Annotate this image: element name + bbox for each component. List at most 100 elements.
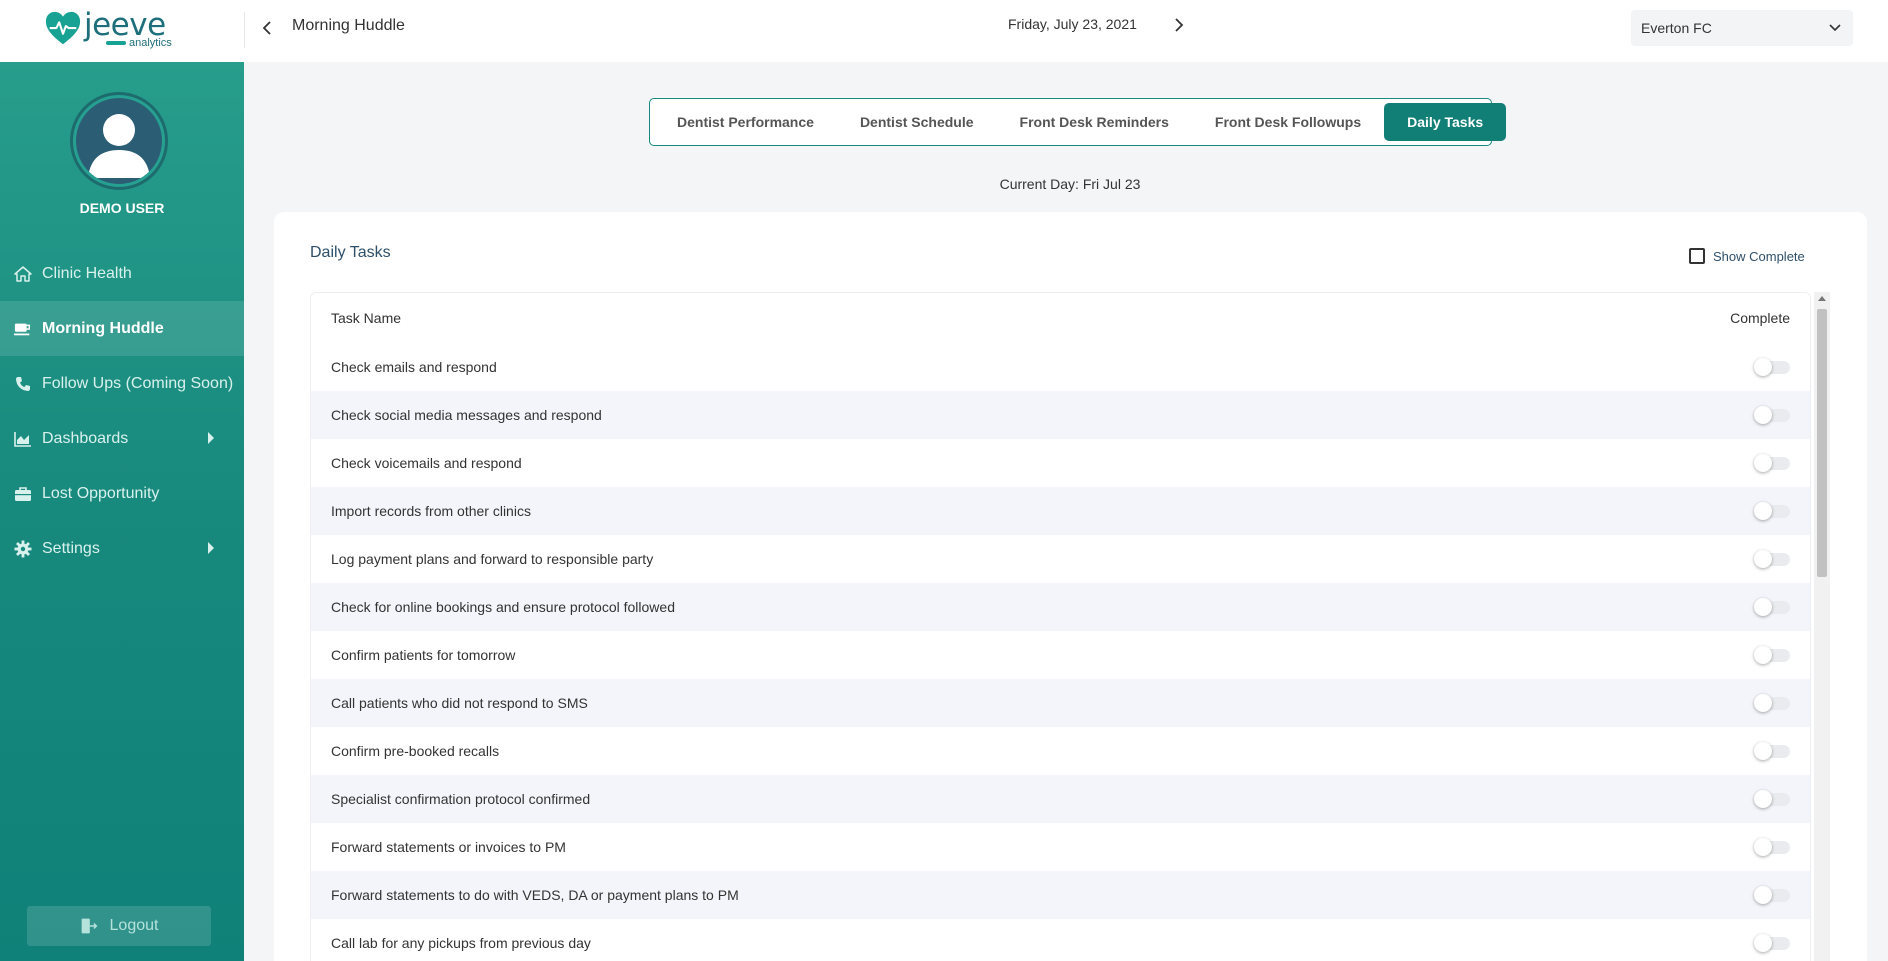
caret-right-icon bbox=[208, 542, 214, 554]
tab-dentist-performance[interactable]: Dentist Performance bbox=[654, 103, 837, 141]
table-row: Import records from other clinics bbox=[311, 487, 1810, 535]
task-name: Confirm patients for tomorrow bbox=[331, 647, 516, 663]
brand-logo[interactable]: jeeve analytics bbox=[44, 8, 184, 50]
tab-front-desk-followups[interactable]: Front Desk Followups bbox=[1192, 103, 1384, 141]
tab-dentist-schedule[interactable]: Dentist Schedule bbox=[837, 103, 997, 141]
complete-toggle[interactable] bbox=[1754, 933, 1790, 953]
card-title: Daily Tasks bbox=[310, 244, 391, 261]
logout-icon bbox=[80, 917, 98, 935]
caret-right-icon bbox=[208, 432, 214, 444]
table-header: Task Name Complete bbox=[311, 293, 1810, 343]
table-row: Specialist confirmation protocol confirm… bbox=[311, 775, 1810, 823]
task-name: Call patients who did not respond to SMS bbox=[331, 695, 588, 711]
complete-toggle[interactable] bbox=[1754, 885, 1790, 905]
gear-icon bbox=[14, 540, 32, 558]
sidebar-item-dashboards[interactable]: Dashboards bbox=[0, 411, 244, 466]
sidebar-item-label: Lost Opportunity bbox=[42, 484, 160, 502]
task-name: Check for online bookings and ensure pro… bbox=[331, 599, 675, 615]
huddle-tabs: Dentist Performance Dentist Schedule Fro… bbox=[649, 98, 1507, 146]
sidebar-item-lost-opportunity[interactable]: Lost Opportunity bbox=[0, 466, 244, 521]
complete-toggle[interactable] bbox=[1754, 357, 1790, 377]
table-body: Check emails and respond Check social me… bbox=[311, 343, 1810, 961]
task-name: Call lab for any pickups from previous d… bbox=[331, 935, 591, 951]
complete-toggle[interactable] bbox=[1754, 405, 1790, 425]
brand-word: jeeve bbox=[84, 6, 166, 43]
table-row: Check emails and respond bbox=[311, 343, 1810, 391]
show-complete-checkbox[interactable] bbox=[1689, 248, 1705, 264]
brand-sub: analytics bbox=[129, 36, 172, 49]
table-row: Forward statements or invoices to PM bbox=[311, 823, 1810, 871]
task-name: Check voicemails and respond bbox=[331, 455, 522, 471]
task-name: Forward statements or invoices to PM bbox=[331, 839, 566, 855]
sidebar-item-label: Follow Ups (Coming Soon) bbox=[42, 374, 234, 392]
sidebar-item-clinic-health[interactable]: Clinic Health bbox=[0, 246, 244, 301]
sidebar-nav: Clinic Health Morning Huddle Follow Ups … bbox=[0, 246, 244, 576]
show-complete-label: Show Complete bbox=[1713, 248, 1805, 264]
briefcase-icon bbox=[14, 485, 32, 503]
scroll-up-arrow-icon[interactable] bbox=[1818, 296, 1826, 301]
back-button[interactable] bbox=[256, 16, 278, 40]
chevron-left-icon bbox=[262, 21, 271, 35]
clinic-select-value: Everton FC bbox=[1641, 20, 1712, 36]
sidebar-item-settings[interactable]: Settings bbox=[0, 521, 244, 576]
complete-toggle[interactable] bbox=[1754, 741, 1790, 761]
table-row: Check social media messages and respond bbox=[311, 391, 1810, 439]
clinic-select[interactable]: Everton FC bbox=[1631, 10, 1853, 46]
current-date: Friday, July 23, 2021 bbox=[1008, 16, 1137, 32]
table-row: Call patients who did not respond to SMS bbox=[311, 679, 1810, 727]
table-row: Call lab for any pickups from previous d… bbox=[311, 919, 1810, 961]
sidebar-item-label: Dashboards bbox=[42, 429, 129, 447]
scrollbar-thumb[interactable] bbox=[1817, 309, 1827, 577]
task-name: Check emails and respond bbox=[331, 359, 497, 375]
table-row: Confirm patients for tomorrow bbox=[311, 631, 1810, 679]
column-header-complete: Complete bbox=[1730, 310, 1790, 326]
sidebar-item-label: Settings bbox=[42, 539, 100, 557]
table-row: Check voicemails and respond bbox=[311, 439, 1810, 487]
table-row: Confirm pre-booked recalls bbox=[311, 727, 1810, 775]
page-title: Morning Huddle bbox=[292, 17, 405, 34]
task-name: Check social media messages and respond bbox=[331, 407, 602, 423]
home-icon bbox=[14, 265, 32, 283]
table-row: Forward statements to do with VEDS, DA o… bbox=[311, 871, 1810, 919]
sidebar-item-label: Morning Huddle bbox=[42, 319, 164, 337]
logout-label: Logout bbox=[109, 917, 159, 934]
complete-toggle[interactable] bbox=[1754, 693, 1790, 713]
complete-toggle[interactable] bbox=[1754, 837, 1790, 857]
coffee-cup-icon bbox=[14, 320, 32, 338]
complete-toggle[interactable] bbox=[1754, 597, 1790, 617]
task-name: Import records from other clinics bbox=[331, 503, 531, 519]
daily-tasks-card: Daily Tasks Show Complete Task Name Comp… bbox=[274, 212, 1867, 961]
complete-toggle[interactable] bbox=[1754, 789, 1790, 809]
complete-toggle[interactable] bbox=[1754, 645, 1790, 665]
user-profile: DEMO USER bbox=[0, 62, 244, 226]
sidebar: DEMO USER Clinic Health Morning Huddle F… bbox=[0, 62, 244, 961]
table-row: Log payment plans and forward to respons… bbox=[311, 535, 1810, 583]
sidebar-item-follow-ups[interactable]: Follow Ups (Coming Soon) bbox=[0, 356, 244, 411]
column-header-task-name: Task Name bbox=[331, 310, 402, 326]
current-day-label: Current Day: Fri Jul 23 bbox=[999, 176, 1141, 192]
user-name: DEMO USER bbox=[79, 200, 165, 216]
phone-icon bbox=[14, 375, 32, 393]
chevron-down-icon bbox=[1829, 24, 1841, 32]
tab-front-desk-reminders[interactable]: Front Desk Reminders bbox=[997, 103, 1192, 141]
complete-toggle[interactable] bbox=[1754, 501, 1790, 521]
table-row: Check for online bookings and ensure pro… bbox=[311, 583, 1810, 631]
top-bar: jeeve analytics Morning Huddle Friday, J… bbox=[0, 0, 1888, 62]
task-name: Confirm pre-booked recalls bbox=[331, 743, 500, 759]
tab-daily-tasks[interactable]: Daily Tasks bbox=[1384, 103, 1507, 141]
table-scrollbar[interactable] bbox=[1814, 292, 1830, 961]
chart-icon bbox=[14, 430, 32, 448]
sidebar-item-morning-huddle[interactable]: Morning Huddle bbox=[0, 301, 244, 356]
logout-button[interactable]: Logout bbox=[27, 906, 211, 946]
task-name: Specialist confirmation protocol confirm… bbox=[331, 791, 591, 807]
complete-toggle[interactable] bbox=[1754, 549, 1790, 569]
sidebar-item-label: Clinic Health bbox=[42, 264, 132, 282]
task-name: Forward statements to do with VEDS, DA o… bbox=[331, 887, 739, 903]
heart-pulse-icon bbox=[45, 11, 81, 45]
topbar-divider bbox=[244, 12, 245, 48]
complete-toggle[interactable] bbox=[1754, 453, 1790, 473]
next-day-button[interactable] bbox=[1168, 13, 1190, 37]
user-icon bbox=[88, 114, 150, 178]
chevron-right-icon bbox=[1175, 18, 1184, 32]
show-complete-toggle[interactable]: Show Complete bbox=[1689, 248, 1805, 264]
